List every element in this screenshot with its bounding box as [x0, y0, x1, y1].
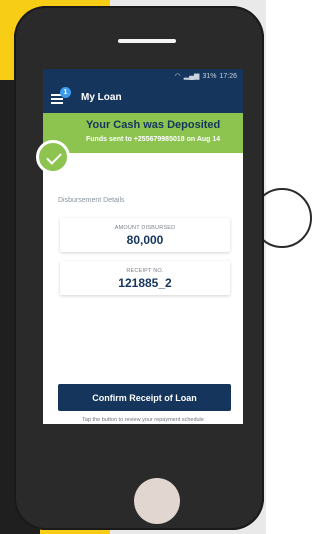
banner-subtitle: Funds sent to +255679985018 on Aug 14 [86, 136, 221, 143]
phone-speaker [118, 39, 176, 43]
app-screen: ◠ ▂▄▆ 31% 17:26 1 My Loan Your Cash was … [43, 69, 243, 424]
confirm-receipt-button[interactable]: Confirm Receipt of Loan [58, 384, 231, 411]
phone-home-button[interactable] [134, 478, 180, 524]
wifi-icon: ◠ [174, 73, 181, 80]
amount-disbursed-card: AMOUNT DISBURSED 80,000 [60, 218, 230, 252]
signal-icon: ▂▄▆ [183, 73, 200, 80]
check-icon [36, 140, 70, 174]
amount-label: AMOUNT DISBURSED [114, 225, 176, 231]
notification-badge: 1 [60, 87, 71, 98]
banner-title: Your Cash was Deposited [86, 119, 221, 131]
page-title: My Loan [81, 92, 122, 103]
receipt-value: 121885_2 [118, 276, 172, 290]
status-time: 17:26 [219, 72, 237, 80]
status-bar: ◠ ▂▄▆ 31% 17:26 [43, 69, 243, 83]
receipt-label: RECEIPT NO. [126, 268, 164, 274]
deposit-success-banner: Your Cash was Deposited Funds sent to +2… [43, 113, 243, 153]
battery-percent: 31% [202, 72, 217, 80]
repayment-hint: Tap the button to review your repayment … [82, 417, 204, 423]
app-header: 1 My Loan [43, 83, 243, 113]
disbursement-details-label: Disbursement Details [58, 197, 125, 204]
receipt-card: RECEIPT NO. 121885_2 [60, 261, 230, 295]
amount-value: 80,000 [126, 233, 164, 247]
